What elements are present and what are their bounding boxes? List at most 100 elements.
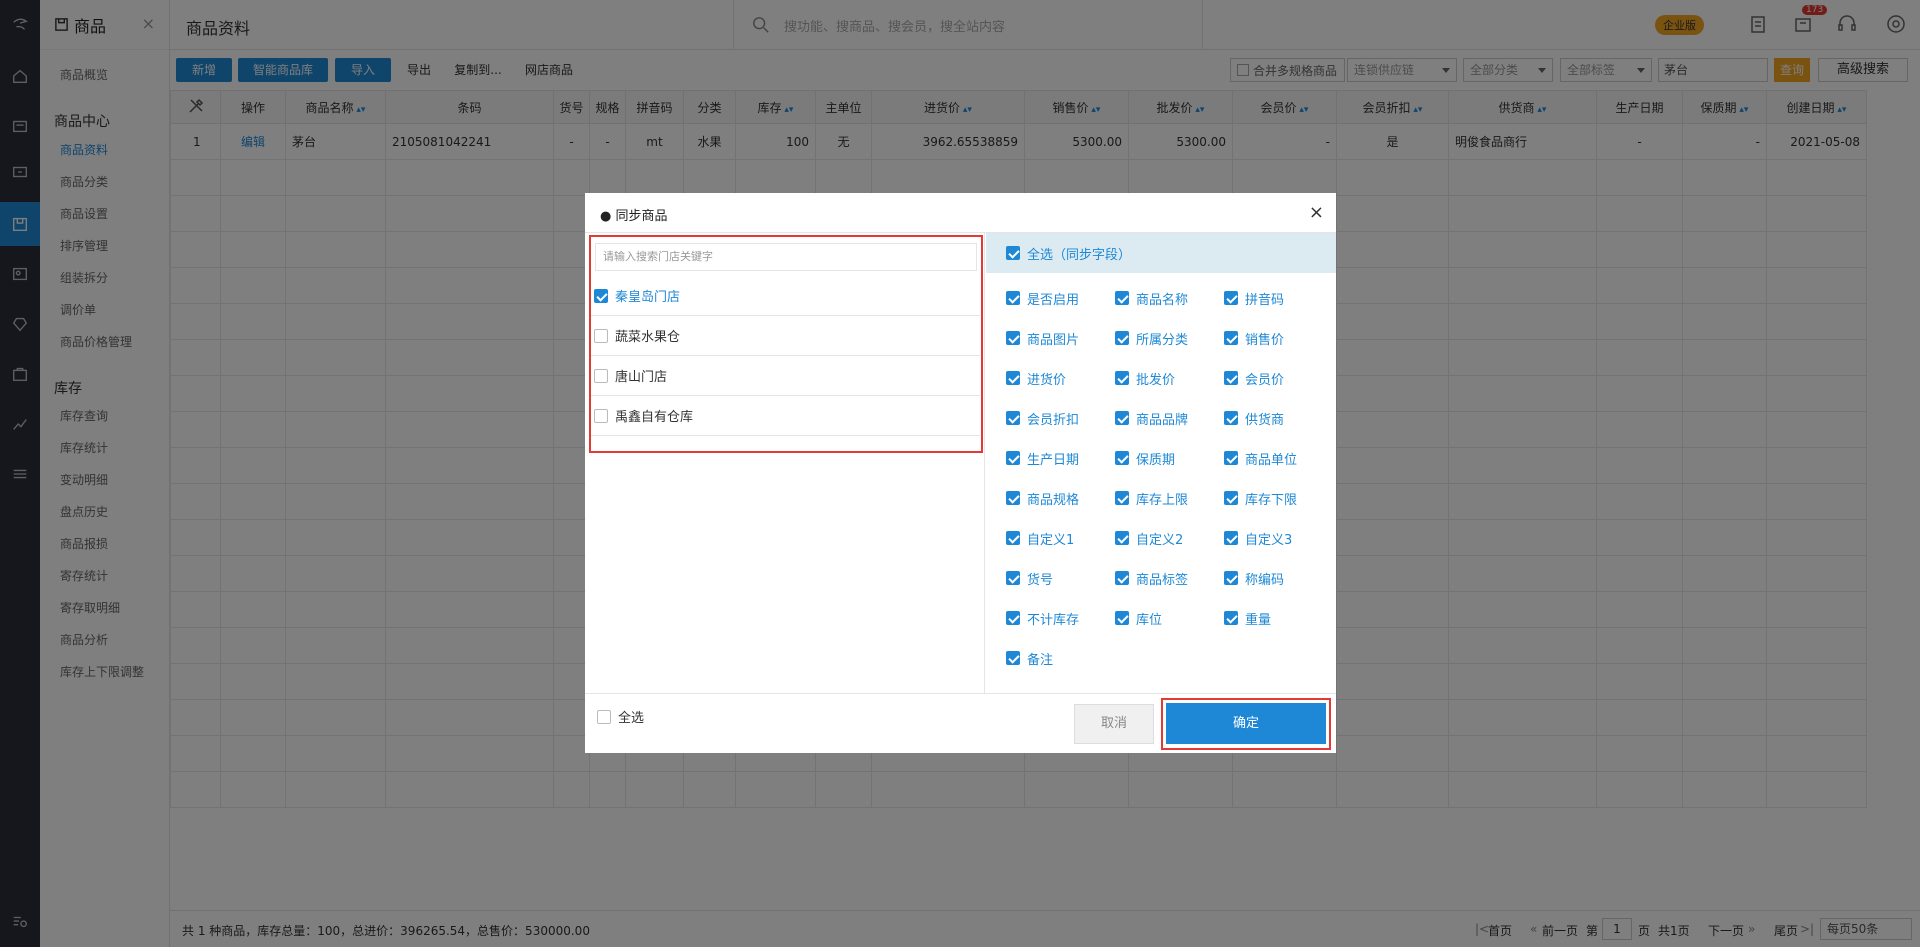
- dialog-title: ● 同步商品: [600, 209, 668, 224]
- sync-field-option[interactable]: 批发价: [1115, 368, 1225, 388]
- close-icon[interactable]: ×: [1309, 202, 1324, 223]
- sync-field-option[interactable]: 生产日期: [1006, 448, 1116, 468]
- sync-field-option[interactable]: 商品品牌: [1115, 408, 1225, 428]
- sync-field-checkbox[interactable]: [1224, 451, 1238, 465]
- sync-field-checkbox[interactable]: [1006, 371, 1020, 385]
- highlight-box: [589, 235, 983, 453]
- sync-field-option[interactable]: 销售价: [1224, 328, 1334, 348]
- cancel-button[interactable]: 取消: [1074, 704, 1154, 744]
- sync-field-option[interactable]: 商品名称: [1115, 288, 1225, 308]
- sync-fields-panel: 全选（同步字段） 是否启用 商品名称 拼音码商品图片 所属分类 销售价进货价 批发价 会员价…: [986, 233, 1336, 693]
- sync-field-checkbox[interactable]: [1224, 611, 1238, 625]
- sync-field-option[interactable]: 货号: [1006, 568, 1116, 588]
- dialog-header: ● 同步商品 ×: [585, 193, 1336, 233]
- sync-field-label: 称编码: [1245, 572, 1285, 588]
- sync-field-option[interactable]: 库存上限: [1115, 488, 1225, 508]
- sync-field-label: 商品单位: [1245, 452, 1298, 468]
- sync-field-option[interactable]: 备注: [1006, 648, 1116, 668]
- sync-field-label: 商品规格: [1027, 492, 1080, 508]
- sync-field-label: 自定义3: [1245, 532, 1293, 548]
- sync-field-label: 供货商: [1245, 412, 1285, 428]
- sync-field-option[interactable]: 库存下限: [1224, 488, 1334, 508]
- sync-field-option[interactable]: 库位: [1115, 608, 1225, 628]
- sync-field-label: 所属分类: [1136, 332, 1189, 348]
- sync-field-label: 是否启用: [1027, 292, 1080, 308]
- sync-field-option[interactable]: 自定义1: [1006, 528, 1116, 548]
- sync-field-option[interactable]: 供货商: [1224, 408, 1334, 428]
- sync-field-label: 商品图片: [1027, 332, 1080, 348]
- sync-field-option[interactable]: 商品标签: [1115, 568, 1225, 588]
- sync-field-checkbox[interactable]: [1006, 491, 1020, 505]
- sync-field-option[interactable]: 自定义2: [1115, 528, 1225, 548]
- sync-field-label: 商品名称: [1136, 292, 1189, 308]
- sync-field-checkbox[interactable]: [1006, 651, 1020, 665]
- sync-field-option[interactable]: 称编码: [1224, 568, 1334, 588]
- sync-field-checkbox[interactable]: [1006, 611, 1020, 625]
- sync-field-option[interactable]: 是否启用: [1006, 288, 1116, 308]
- sync-field-option[interactable]: 商品图片: [1006, 328, 1116, 348]
- sync-field-label: 自定义2: [1136, 532, 1184, 548]
- sync-field-checkbox[interactable]: [1115, 491, 1129, 505]
- sync-field-label: 批发价: [1136, 372, 1176, 388]
- sync-goods-dialog: ● 同步商品 × 请输入搜索门店关键字 秦皇岛门店 蔬菜水果仓 唐山门店 禹鑫自…: [585, 193, 1336, 753]
- sync-field-label: 重量: [1245, 612, 1272, 628]
- sync-field-checkbox[interactable]: [1006, 531, 1020, 545]
- select-all-fields-label: 全选（同步字段）: [1027, 247, 1132, 263]
- sync-field-label: 会员折扣: [1027, 412, 1080, 428]
- sync-field-option[interactable]: 重量: [1224, 608, 1334, 628]
- sync-field-checkbox[interactable]: [1006, 331, 1020, 345]
- sync-field-option[interactable]: 会员价: [1224, 368, 1334, 388]
- sync-field-checkbox[interactable]: [1006, 411, 1020, 425]
- sync-field-option[interactable]: 商品单位: [1224, 448, 1334, 468]
- select-all-fields-checkbox[interactable]: [1006, 246, 1020, 260]
- sync-field-checkbox[interactable]: [1115, 611, 1129, 625]
- sync-field-option[interactable]: 不计库存: [1006, 608, 1116, 628]
- sync-field-checkbox[interactable]: [1115, 371, 1129, 385]
- select-all-checkbox[interactable]: [597, 709, 611, 724]
- sync-field-checkbox[interactable]: [1115, 291, 1129, 305]
- select-all-label: 全选: [618, 711, 645, 726]
- sync-field-label: 备注: [1027, 652, 1054, 668]
- sync-field-label: 进货价: [1027, 372, 1067, 388]
- sync-field-checkbox[interactable]: [1006, 451, 1020, 465]
- sync-field-checkbox[interactable]: [1224, 371, 1238, 385]
- sync-field-checkbox[interactable]: [1006, 291, 1020, 305]
- sync-field-checkbox[interactable]: [1224, 411, 1238, 425]
- sync-field-label: 货号: [1027, 572, 1054, 588]
- sync-field-label: 销售价: [1245, 332, 1285, 348]
- store-list-panel: 请输入搜索门店关键字 秦皇岛门店 蔬菜水果仓 唐山门店 禹鑫自有仓库: [585, 233, 985, 693]
- sync-field-option[interactable]: 所属分类: [1115, 328, 1225, 348]
- sync-field-checkbox[interactable]: [1224, 491, 1238, 505]
- sync-field-label: 拼音码: [1245, 292, 1285, 308]
- sync-field-label: 会员价: [1245, 372, 1285, 388]
- sync-field-option[interactable]: 自定义3: [1224, 528, 1334, 548]
- sync-field-checkbox[interactable]: [1115, 531, 1129, 545]
- sync-field-checkbox[interactable]: [1224, 531, 1238, 545]
- sync-field-label: 商品品牌: [1136, 412, 1189, 428]
- select-all-stores[interactable]: 全选: [597, 707, 644, 726]
- app-window: 商品 × 商品概览 商品中心 商品资料 商品分类 商品设置 排序管理 组装拆分 …: [0, 0, 1920, 947]
- sync-field-label: 保质期: [1136, 452, 1176, 468]
- sync-field-option[interactable]: 保质期: [1115, 448, 1225, 468]
- sync-field-label: 生产日期: [1027, 452, 1080, 468]
- sync-field-label: 不计库存: [1027, 612, 1080, 628]
- sync-field-option[interactable]: 商品规格: [1006, 488, 1116, 508]
- sync-field-checkbox[interactable]: [1115, 411, 1129, 425]
- sync-field-label: 商品标签: [1136, 572, 1189, 588]
- sync-field-option[interactable]: 拼音码: [1224, 288, 1334, 308]
- highlight-box: [1161, 698, 1331, 750]
- sync-field-checkbox[interactable]: [1224, 331, 1238, 345]
- sync-field-label: 库存下限: [1245, 492, 1298, 508]
- sync-field-option[interactable]: 进货价: [1006, 368, 1116, 388]
- sync-field-label: 库存上限: [1136, 492, 1189, 508]
- sync-field-option[interactable]: 会员折扣: [1006, 408, 1116, 428]
- sync-field-checkbox[interactable]: [1115, 571, 1129, 585]
- sync-field-checkbox[interactable]: [1224, 571, 1238, 585]
- sync-field-checkbox[interactable]: [1115, 331, 1129, 345]
- dialog-footer: 全选 取消 确定: [585, 693, 1336, 753]
- select-all-fields-row[interactable]: 全选（同步字段）: [986, 233, 1336, 273]
- sync-field-checkbox[interactable]: [1224, 291, 1238, 305]
- sync-field-label: 自定义1: [1027, 532, 1075, 548]
- sync-field-checkbox[interactable]: [1006, 571, 1020, 585]
- sync-field-checkbox[interactable]: [1115, 451, 1129, 465]
